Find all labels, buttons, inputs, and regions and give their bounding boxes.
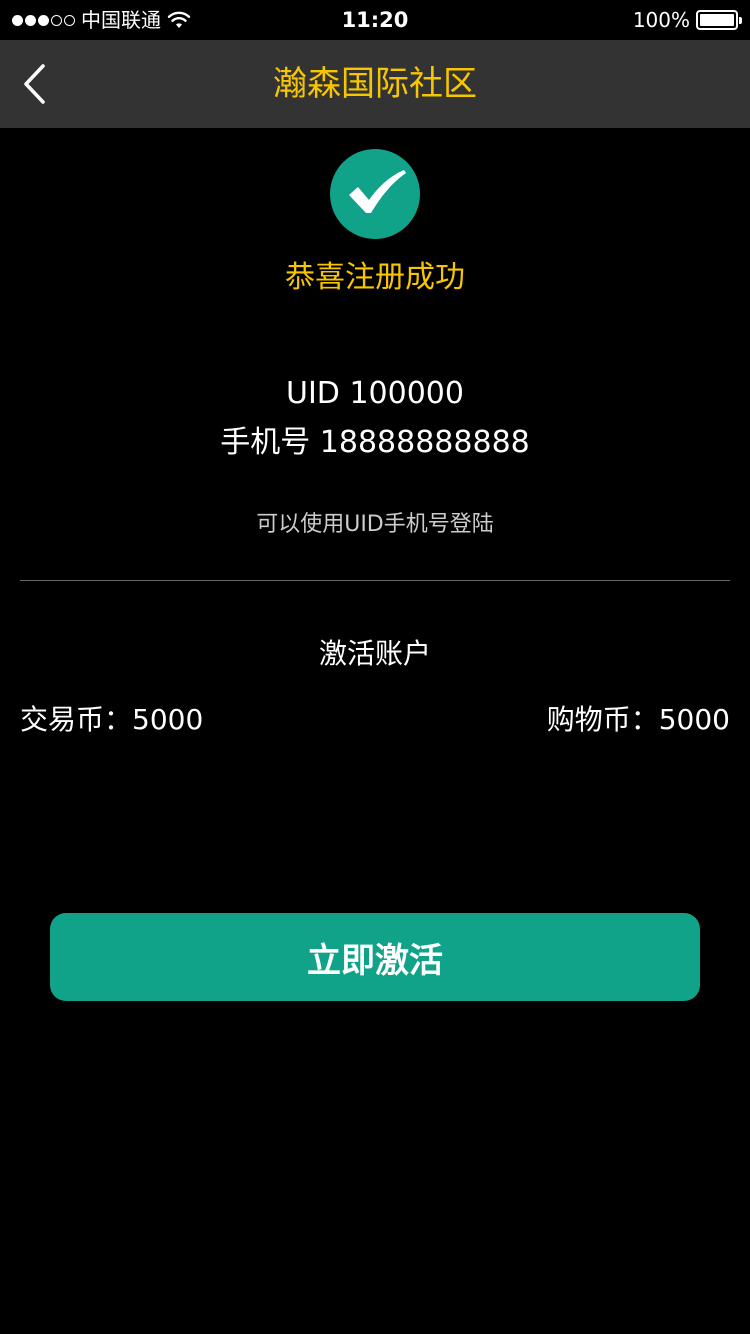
divider <box>20 580 730 581</box>
success-message: 恭喜注册成功 <box>285 260 465 295</box>
battery-percent: 100% <box>632 8 690 32</box>
page-title: 瀚森国际社区 <box>273 64 477 104</box>
phone-info: 手机号 18888888888 <box>0 423 750 463</box>
login-hint: 可以使用UID手机号登陆 <box>256 512 494 537</box>
nav-bar: 瀚森国际社区 <box>0 40 750 128</box>
trade-coin-value: 5000 <box>132 703 204 736</box>
uid-value: 100000 <box>349 376 464 411</box>
shopping-coin-label: 购物币： <box>546 703 659 736</box>
phone-value: 18888888888 <box>319 425 530 460</box>
shopping-coin-value: 5000 <box>658 703 730 736</box>
uid-info: UID 100000 <box>0 374 750 414</box>
battery-tip <box>739 17 742 24</box>
check-circle-icon <box>330 149 420 239</box>
status-bar: 中国联通 11:20 100% <box>0 0 750 40</box>
shopping-coin: 购物币：5000 <box>547 702 730 738</box>
uid-label: UID <box>286 376 340 411</box>
battery-icon <box>696 10 742 30</box>
activate-account-title: 激活账户 <box>318 637 431 670</box>
phone-label: 手机号 <box>220 425 311 460</box>
trade-coin-label: 交易币： <box>20 703 133 736</box>
trade-coin: 交易币：5000 <box>20 702 203 738</box>
activate-now-button[interactable]: 立即激活 <box>50 913 700 1001</box>
battery-fill <box>700 14 734 26</box>
status-right: 100% <box>632 8 742 32</box>
